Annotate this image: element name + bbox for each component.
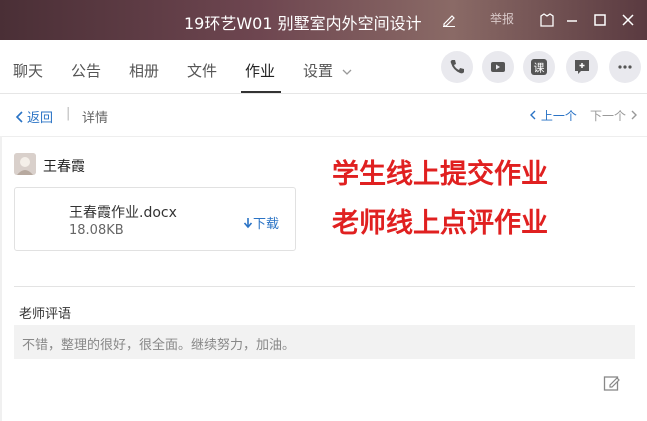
close-icon[interactable] bbox=[616, 8, 640, 32]
phone-button[interactable] bbox=[441, 51, 473, 83]
video-icon bbox=[491, 62, 505, 72]
chevron-right-icon bbox=[631, 110, 637, 120]
next-button[interactable]: 下一个 bbox=[590, 107, 638, 124]
file-size: 18.08KB bbox=[69, 223, 124, 238]
file-name: 王春霞作业.docx bbox=[69, 205, 177, 221]
class-icon-label: 课 bbox=[534, 62, 545, 75]
back-button[interactable]: 返回 bbox=[15, 107, 53, 126]
video-button[interactable] bbox=[482, 51, 514, 83]
tab-settings[interactable]: 设置 bbox=[303, 60, 352, 81]
word-file-icon bbox=[33, 203, 57, 235]
annotation-student-submit: 学生线上提交作业 bbox=[332, 159, 548, 190]
chevron-left-icon bbox=[15, 110, 23, 123]
window-title: 19环艺W01 别墅室内外空间设计 bbox=[184, 14, 422, 33]
class-icon: 课 bbox=[531, 59, 547, 75]
tab-notice[interactable]: 公告 bbox=[71, 60, 101, 81]
report-link[interactable]: 举报 bbox=[490, 10, 514, 27]
minimize-icon[interactable] bbox=[560, 8, 584, 32]
tab-homework[interactable]: 作业 bbox=[245, 60, 275, 81]
back-label: 返回 bbox=[27, 111, 54, 126]
add-comment-button[interactable] bbox=[566, 51, 598, 83]
annotation-teacher-review: 老师线上点评作业 bbox=[332, 208, 548, 239]
download-label: 下载 bbox=[253, 217, 280, 232]
title-bar: 19环艺W01 别墅室内外空间设计 举报 bbox=[0, 0, 647, 40]
chevron-left-icon bbox=[530, 110, 536, 120]
avatar[interactable] bbox=[14, 153, 36, 175]
prev-button[interactable]: 上一个 bbox=[529, 107, 577, 124]
maximize-icon[interactable] bbox=[588, 8, 612, 32]
skin-icon[interactable] bbox=[535, 8, 559, 32]
edit-title-icon[interactable] bbox=[442, 13, 456, 27]
tab-files[interactable]: 文件 bbox=[187, 60, 217, 81]
download-button[interactable]: 下载 bbox=[243, 213, 279, 232]
comment-text: 不错，整理的很好，很全面。继续努力，加油。 bbox=[22, 338, 296, 353]
tab-bar: 聊天 公告 相册 文件 作业 设置 课 bbox=[0, 40, 647, 94]
separator: | bbox=[66, 106, 71, 121]
download-icon bbox=[243, 217, 253, 228]
more-icon bbox=[618, 65, 632, 69]
tab-chat[interactable]: 聊天 bbox=[13, 60, 43, 81]
edit-comment-icon[interactable] bbox=[603, 374, 621, 392]
add-comment-icon bbox=[575, 60, 589, 74]
detail-label: 详情 bbox=[82, 111, 109, 126]
prev-label: 上一个 bbox=[540, 109, 577, 123]
attachment-card[interactable]: 王春霞作业.docx 18.08KB 下载 bbox=[14, 187, 296, 251]
tab-album[interactable]: 相册 bbox=[129, 60, 159, 81]
detail-nav-bar: 返回 | 详情 上一个 下一个 bbox=[0, 94, 647, 137]
student-name: 王春霞 bbox=[43, 159, 85, 175]
active-tab-indicator bbox=[241, 91, 281, 93]
class-button[interactable]: 课 bbox=[523, 51, 555, 83]
comment-label: 老师评语 bbox=[19, 307, 72, 322]
next-label: 下一个 bbox=[590, 109, 627, 123]
avatar-image bbox=[14, 153, 36, 175]
chevron-down-icon bbox=[342, 69, 352, 75]
phone-icon bbox=[450, 60, 464, 74]
left-edge bbox=[0, 136, 2, 421]
comment-box: 不错，整理的很好，很全面。继续努力，加油。 bbox=[14, 325, 635, 359]
tab-settings-label: 设置 bbox=[303, 62, 334, 80]
section-divider bbox=[14, 286, 635, 287]
more-button[interactable] bbox=[609, 51, 641, 83]
